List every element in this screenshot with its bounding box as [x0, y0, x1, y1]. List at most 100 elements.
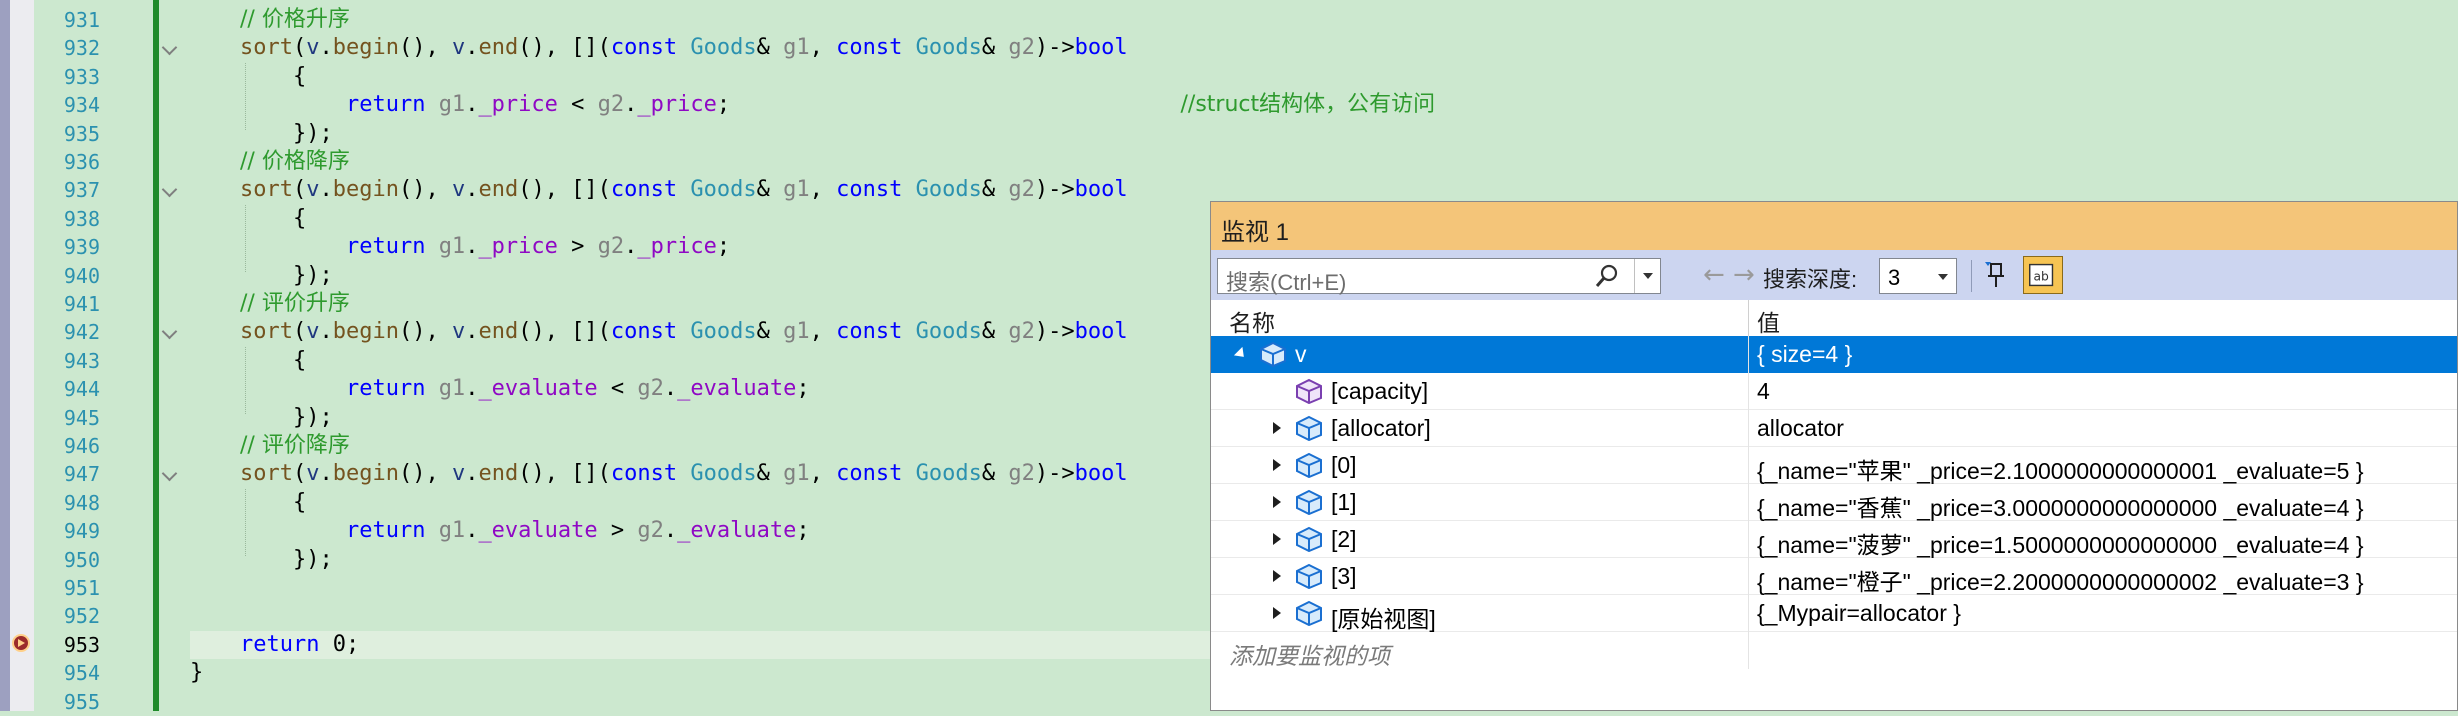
watch-item-value[interactable]: 4 [1757, 378, 1770, 405]
line-number: 950 [63, 547, 100, 572]
code-token: (), []( [518, 35, 611, 61]
code-token: _price [637, 234, 717, 260]
code-token: }); [240, 262, 333, 288]
watch-item-value[interactable]: { size=4 } [1757, 341, 1852, 368]
code-line[interactable] [0, 688, 1210, 716]
code-line[interactable] [0, 205, 1210, 233]
code-token: g1 [438, 376, 466, 402]
expand-arrow-icon[interactable] [1273, 496, 1281, 508]
code-token: }); [240, 546, 333, 572]
watch-column-header: 名称 值 [1211, 300, 2457, 337]
watch-item-value[interactable]: {_name="香蕉" _price=3.0000000000000000 _e… [1757, 489, 2364, 523]
code-token: { [240, 489, 307, 515]
line-number: 943 [63, 348, 100, 373]
collapse-arrow-icon[interactable] [1233, 346, 1249, 362]
code-token: . [319, 461, 333, 487]
code-line[interactable] [0, 546, 1210, 574]
code-line[interactable] [0, 432, 1210, 460]
code-token: v [306, 177, 320, 203]
indent-guide [245, 346, 246, 414]
search-dropdown-button[interactable] [1634, 259, 1661, 293]
expand-arrow-icon[interactable] [1273, 459, 1281, 471]
watch-item-value[interactable]: {_name="橙子" _price=2.2000000000000002 _e… [1757, 563, 2364, 597]
expand-arrow-icon[interactable] [1273, 570, 1281, 582]
back-arrow-icon[interactable]: ← [1703, 260, 1725, 290]
search-depth-label: 搜索深度: [1763, 267, 1858, 292]
watch-row[interactable]: [1] {_name="香蕉" _price=3.0000000000000000… [1211, 484, 2457, 521]
watch-row[interactable]: [2] {_name="菠萝" _price=1.5000000000000000… [1211, 521, 2457, 558]
code-token: g1 [438, 518, 466, 544]
code-line[interactable] [0, 290, 1210, 318]
watch-row[interactable]: [capacity] 4 [1211, 373, 2457, 410]
code-line[interactable] [0, 120, 1210, 148]
code-token: end [478, 319, 519, 345]
code-token: & [756, 319, 784, 345]
code-token: bool [1074, 35, 1128, 61]
watch-window[interactable]: 监视 1 搜索(Ctrl+E) ← → 搜索深度: 3 ab 名称 值 v {… [1210, 201, 2458, 711]
code-token: , [809, 177, 837, 203]
code-line[interactable] [0, 6, 1210, 34]
object-icon [1296, 415, 1322, 441]
watch-row[interactable]: v { size=4 } [1211, 336, 2457, 373]
code-line[interactable] [0, 148, 1210, 176]
code-token: v [451, 177, 466, 203]
watch-item-value[interactable]: {_name="菠萝" _price=1.5000000000000000 _e… [1757, 526, 2364, 560]
code-token: . [319, 177, 333, 203]
watch-item-value[interactable]: {_name="苹果" _price=2.1000000000000001 _e… [1757, 452, 2364, 486]
code-token: _evaluate [677, 376, 797, 402]
code-token: (), [398, 461, 452, 487]
code-line[interactable] [0, 574, 1210, 602]
column-header-value[interactable]: 值 [1757, 304, 1780, 338]
code-token: g2 [637, 376, 664, 402]
watch-row[interactable]: [0] {_name="苹果" _price=2.1000000000000001… [1211, 447, 2457, 484]
watch-row[interactable]: [3] {_name="橙子" _price=2.2000000000000002… [1211, 558, 2457, 595]
cell-divider [1748, 632, 1749, 669]
pin-icon[interactable] [1983, 260, 2011, 290]
watch-row[interactable]: [原始视图] {_Mypair=allocator } [1211, 595, 2457, 632]
code-text: // 评价升序 [240, 290, 350, 318]
code-line[interactable] [0, 404, 1210, 432]
watch-item-value[interactable]: {_Mypair=allocator } [1757, 600, 1961, 627]
code-token: . [624, 234, 638, 260]
line-number: 935 [63, 121, 100, 146]
code-line[interactable] [0, 602, 1210, 630]
code-token: _price [478, 92, 558, 118]
code-token: )-> [1034, 319, 1075, 345]
watch-item-name: [allocator] [1331, 415, 1431, 441]
expand-arrow-icon[interactable] [1273, 422, 1281, 434]
code-line[interactable] [0, 489, 1210, 517]
code-text: { [240, 489, 306, 517]
hexadecimal-display-icon[interactable]: ab [2023, 256, 2063, 294]
watch-item-value[interactable]: allocator [1757, 415, 1844, 442]
code-token: ; [716, 92, 1181, 118]
code-token: v [306, 319, 320, 345]
line-number: 952 [63, 604, 100, 629]
code-text: }); [240, 546, 333, 574]
code-token: . [465, 461, 479, 487]
search-icon[interactable] [1594, 263, 1620, 289]
code-text: sort(v.begin(), v.end(), [](const Goods&… [240, 176, 1128, 204]
code-token: (), [398, 35, 452, 61]
search-input[interactable]: 搜索(Ctrl+E) [1217, 258, 1661, 295]
code-token: begin [332, 319, 399, 345]
watch-title-bar[interactable]: 监视 1 [1211, 202, 2457, 250]
code-line[interactable] [0, 347, 1210, 375]
watch-row[interactable]: [allocator] allocator [1211, 410, 2457, 447]
search-depth-select[interactable]: 3 [1879, 258, 1957, 294]
watch-item-name: v [1295, 341, 1307, 367]
code-token: sort [240, 461, 293, 487]
code-token: v [451, 35, 466, 61]
expand-arrow-icon[interactable] [1273, 607, 1281, 619]
column-header-name[interactable]: 名称 [1229, 304, 1275, 338]
code-token: return [345, 518, 439, 544]
add-watch-item[interactable]: 添加要监视的项 [1211, 632, 2457, 669]
forward-arrow-icon[interactable]: → [1733, 260, 1755, 290]
code-text: sort(v.begin(), v.end(), [](const Goods&… [240, 318, 1128, 346]
code-line[interactable] [0, 262, 1210, 290]
code-line[interactable] [0, 659, 1210, 687]
expand-arrow-icon[interactable] [1273, 533, 1281, 545]
column-divider[interactable] [1748, 300, 1749, 336]
code-line[interactable] [0, 63, 1210, 91]
code-token: g2 [597, 234, 625, 260]
